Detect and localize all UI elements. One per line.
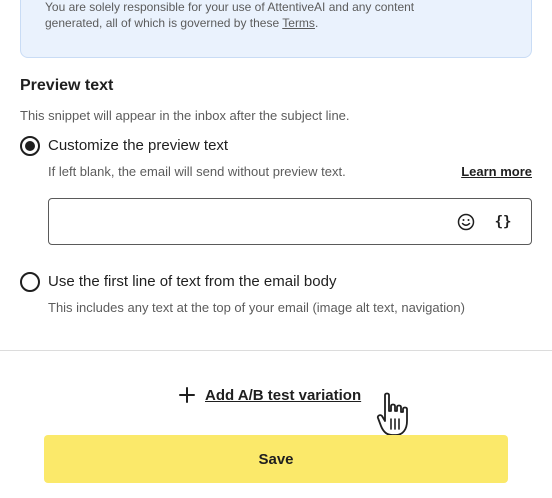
save-button[interactable]: Save xyxy=(44,435,508,483)
disclaimer-period: . xyxy=(314,16,319,30)
first-line-label[interactable]: Use the first line of text from the emai… xyxy=(48,273,336,290)
disclaimer-line-1: You are solely responsible for your use … xyxy=(45,0,415,14)
preview-text-input[interactable] xyxy=(61,209,441,235)
section-divider xyxy=(0,350,552,351)
first-line-helper: This includes any text at the top of you… xyxy=(48,300,465,315)
disclaimer-line-2: generated, all of which is governed by t… xyxy=(45,16,283,30)
plus-icon xyxy=(179,387,195,403)
preview-text-heading: Preview text xyxy=(20,77,114,94)
disclaimer-notice: You are solely responsible for your use … xyxy=(20,0,532,58)
customize-preview-label[interactable]: Customize the preview text xyxy=(48,137,228,154)
add-ab-test-label: Add A/B test variation xyxy=(205,386,362,404)
hand-pointer-cursor-icon xyxy=(376,392,408,436)
customize-preview-helper: If left blank, the email will send witho… xyxy=(48,164,346,179)
terms-link[interactable]: Terms xyxy=(282,16,315,30)
customize-preview-radio[interactable] xyxy=(20,136,40,156)
smile-emoji-icon[interactable] xyxy=(457,213,475,231)
first-line-radio[interactable] xyxy=(20,272,40,292)
braces-icon[interactable]: {} xyxy=(492,211,514,233)
preview-text-field[interactable]: {} xyxy=(48,198,532,245)
add-ab-test-button[interactable]: Add A/B test variation xyxy=(178,384,361,406)
learn-more-link[interactable]: Learn more xyxy=(461,164,532,179)
preview-text-description: This snippet will appear in the inbox af… xyxy=(20,108,350,123)
disclaimer-text: You are solely responsible for your use … xyxy=(45,0,505,31)
